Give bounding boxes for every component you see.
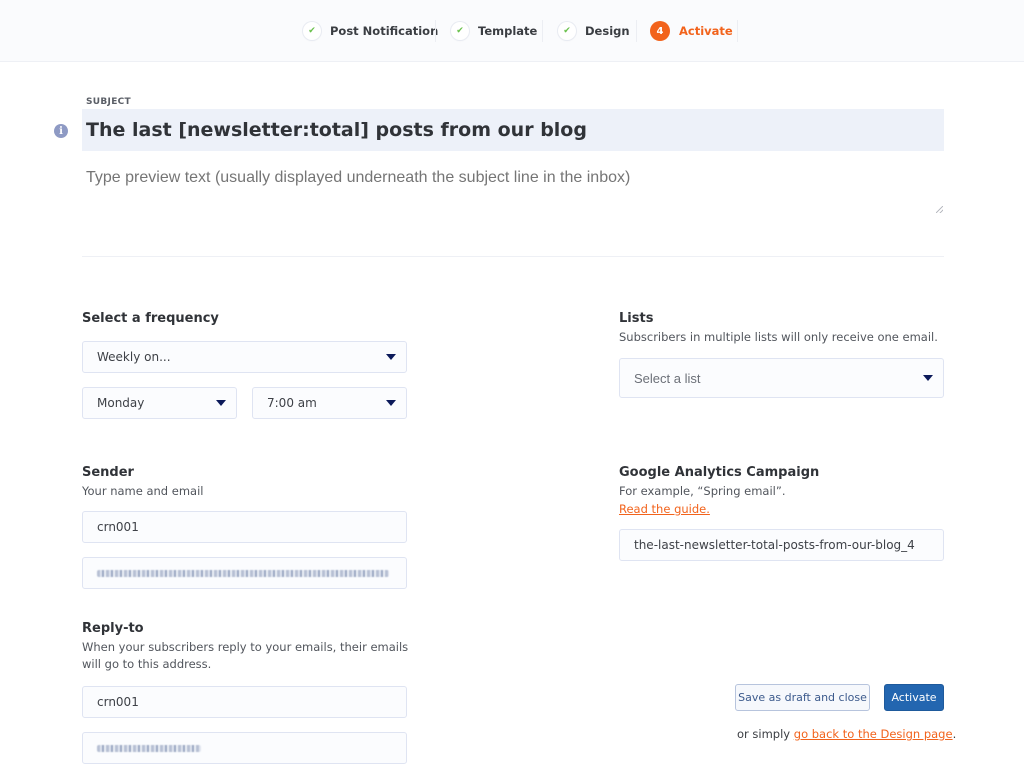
step-divider xyxy=(737,20,738,42)
input-value: crn001 xyxy=(97,695,139,709)
lists-select[interactable]: Select a list xyxy=(619,358,944,398)
caret-down-icon xyxy=(923,375,933,381)
reply-to-email-input[interactable] xyxy=(82,732,407,764)
step-label: Post Notification xyxy=(330,24,439,38)
frequency-interval-select[interactable]: Weekly on... xyxy=(82,341,407,373)
step-activate[interactable]: 4 Activate xyxy=(650,19,733,43)
preview-text-input[interactable] xyxy=(82,164,944,216)
step-divider xyxy=(435,20,436,42)
save-draft-button[interactable]: Save as draft and close xyxy=(735,684,870,711)
select-placeholder: Select a list xyxy=(634,370,701,386)
step-design[interactable]: ✔ Design xyxy=(558,19,630,43)
check-icon: ✔ xyxy=(303,22,321,40)
sender-email-input[interactable] xyxy=(82,557,407,589)
section-divider xyxy=(82,256,944,257)
step-label: Activate xyxy=(679,24,733,38)
select-value: 7:00 am xyxy=(267,396,317,410)
info-icon[interactable]: i xyxy=(54,124,68,138)
frequency-time-select[interactable]: 7:00 am xyxy=(252,387,407,419)
reply-to-title: Reply-to xyxy=(82,621,144,636)
back-to-design-link[interactable]: go back to the Design page xyxy=(794,727,953,741)
redacted-email xyxy=(97,744,201,752)
caret-down-icon xyxy=(386,354,396,360)
analytics-title: Google Analytics Campaign xyxy=(619,465,820,480)
footer-note: or simply go back to the Design page. xyxy=(737,727,956,741)
step-number-badge: 4 xyxy=(650,21,670,41)
step-divider xyxy=(542,20,543,42)
select-value: Monday xyxy=(97,396,145,410)
subject-input[interactable] xyxy=(82,109,944,151)
footer-suffix: . xyxy=(952,727,957,741)
reply-to-name-input[interactable]: crn001 xyxy=(82,686,407,718)
check-icon: ✔ xyxy=(451,22,469,40)
select-value: Weekly on... xyxy=(97,350,171,364)
activate-button[interactable]: Activate xyxy=(884,684,944,711)
caret-down-icon xyxy=(216,400,226,406)
input-value: the-last-newsletter-total-posts-from-our… xyxy=(634,538,915,552)
lists-description: Subscribers in multiple lists will only … xyxy=(619,330,938,344)
sender-title: Sender xyxy=(82,465,134,480)
caret-down-icon xyxy=(386,400,396,406)
redacted-email xyxy=(97,569,389,577)
step-post-notification[interactable]: ✔ Post Notification xyxy=(303,19,438,43)
wizard-stepper: ✔ Post Notification ✔ Template ✔ Design … xyxy=(0,0,1024,62)
read-guide-link[interactable]: Read the guide. xyxy=(619,501,710,518)
reply-to-description: When your subscribers reply to your emai… xyxy=(82,640,409,671)
step-template[interactable]: ✔ Template xyxy=(451,19,537,43)
step-divider xyxy=(636,20,637,42)
frequency-title: Select a frequency xyxy=(82,311,219,326)
subject-label: SUBJECT xyxy=(86,97,131,107)
check-icon: ✔ xyxy=(558,22,576,40)
step-label: Design xyxy=(585,24,630,38)
sender-description: Your name and email xyxy=(82,484,204,498)
footer-prefix: or simply xyxy=(737,727,794,741)
step-label: Template xyxy=(478,24,538,38)
input-value: crn001 xyxy=(97,520,139,534)
frequency-day-select[interactable]: Monday xyxy=(82,387,237,419)
analytics-description: For example, “Spring email”. xyxy=(619,484,786,498)
sender-name-input[interactable]: crn001 xyxy=(82,511,407,543)
resize-handle-icon[interactable] xyxy=(936,206,943,213)
lists-title: Lists xyxy=(619,311,654,326)
analytics-campaign-input[interactable]: the-last-newsletter-total-posts-from-our… xyxy=(619,529,944,561)
